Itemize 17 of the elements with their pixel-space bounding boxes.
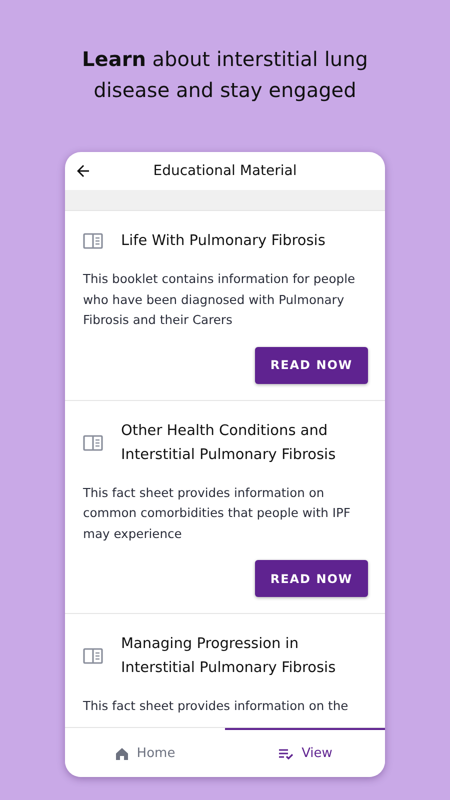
nav-tab[interactable]: Home <box>65 728 225 777</box>
material-title: Managing Progression in Interstitial Pulmonary Fibrosis <box>121 635 337 678</box>
nav-tab[interactable]: View <box>225 728 385 777</box>
book-icon <box>83 648 103 664</box>
material-title: Other Health Conditions and Interstitial Pulmonary Fibrosis <box>121 422 337 464</box>
material-title: Life With Pulmonary Fibrosis <box>121 232 326 251</box>
home-icon <box>114 746 129 760</box>
book-icon <box>83 434 103 450</box>
checklist-icon <box>278 748 294 760</box>
book-icon <box>83 233 103 249</box>
material-description: This booklet contains information for people who have been diagnosed with Pulmonary Fibrosis and their Carers <box>83 271 356 329</box>
read-now-button[interactable]: READ NOW <box>255 560 368 597</box>
material-description: This fact sheet provides information on common comorbidities that people with IPF may experience <box>83 484 352 542</box>
headline: Learn about interstitial lung disease and stay engaged <box>81 46 369 104</box>
screen-title: Educational Material <box>153 163 297 179</box>
read-now-button[interactable]: READ NOW <box>255 346 368 384</box>
material-description: This fact sheet provides information on the <box>83 698 350 715</box>
